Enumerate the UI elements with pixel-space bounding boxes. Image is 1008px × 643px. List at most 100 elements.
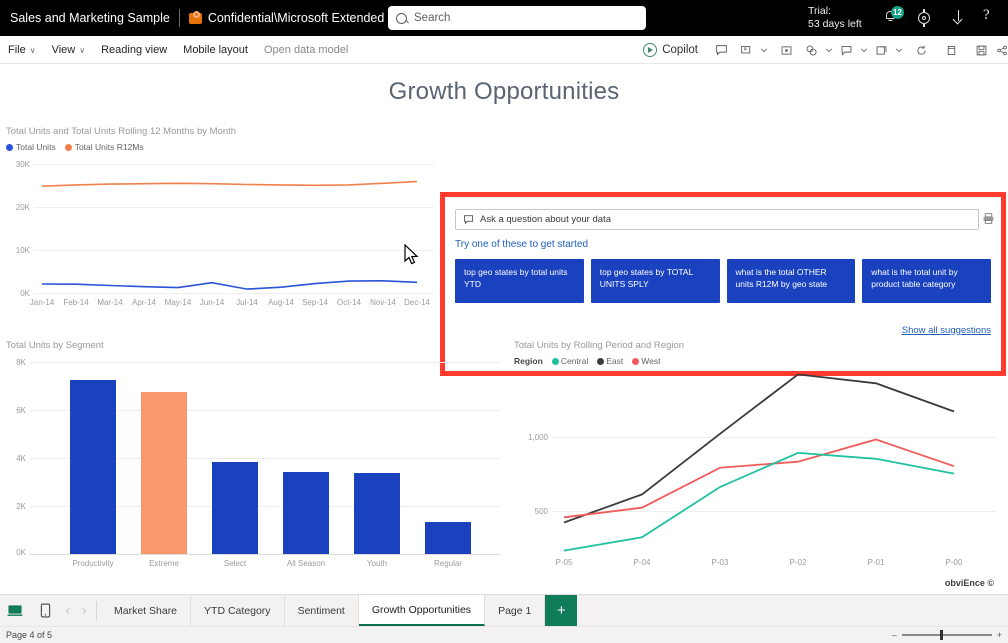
zoom-out-icon[interactable]: – [892,630,897,640]
save-icon [975,44,988,57]
trial-label: Trial: [808,5,862,18]
visual-total-units-by-rolling-period-and-region[interactable]: Total Units by Rolling Period and Region… [514,340,1004,590]
zoom-control[interactable]: – + [892,630,1002,640]
copilot-button[interactable]: Copilot [635,43,706,57]
share-icon [996,44,1008,57]
chevron-down-icon[interactable] [757,36,771,64]
save-button[interactable] [966,36,996,64]
page-tab-growth-opportunities[interactable]: Growth Opportunities [359,595,485,626]
desktop-view-button[interactable] [0,595,30,626]
legend-swatch [65,144,72,151]
next-page-button[interactable] [76,595,92,626]
sensitivity-label[interactable]: Confidential\Microsoft Extended [208,11,384,25]
legend-item: Total Units [6,142,56,152]
legend-swatch [597,358,604,365]
x-tick-label: Select [195,559,275,568]
bar-all-season[interactable] [283,472,329,554]
menu-item-view[interactable]: View∨ [44,36,94,64]
refresh-button[interactable] [906,36,936,64]
watermark: obviEnce © [945,578,994,588]
bar-productivity[interactable] [70,380,116,554]
bar-extreme[interactable] [141,392,187,554]
qna-suggestion-button[interactable]: what is the total OTHER units R12M by ge… [727,259,856,303]
page-tab-page-1[interactable]: Page 1 [485,595,545,626]
subscribe-button[interactable] [836,36,857,64]
visual-total-units-rolling[interactable]: Total Units and Total Units Rolling 12 M… [6,126,436,311]
notifications-button[interactable]: 12 [884,8,904,28]
chevron-down-icon[interactable] [857,36,871,64]
notification-count-badge: 12 [891,6,904,19]
chevron-down-icon: ∨ [30,46,36,55]
show-all-suggestions-link[interactable]: Show all suggestions [902,325,991,336]
zoom-slider-track[interactable] [902,634,992,636]
y-tick-label: 4K [2,454,26,463]
chart-legend: Total Units Total Units R12Ms [6,142,436,152]
phone-view-button[interactable] [30,595,60,626]
chart-plot-area: 1,000 500 [514,374,1004,552]
x-tick-label: Regular [408,559,488,568]
legend-label: Total Units R12Ms [75,142,144,152]
qna-suggestion-button[interactable]: what is the total unit by product table … [862,259,991,303]
search-placeholder: Search [414,12,450,24]
chart-legend: Region Central East West [514,356,1004,366]
chevron-down-icon[interactable] [892,36,906,64]
page-tab-market-share[interactable]: Market Share [101,595,191,626]
duplicate-page-icon [945,44,958,57]
subscribe-icon [840,44,853,57]
qna-subtitle: Try one of these to get started [455,239,991,250]
help-button[interactable]: ? [983,7,990,24]
visual-title: Total Units by Segment [6,340,506,351]
menu-item-reading-view[interactable]: Reading view [93,36,175,64]
chevron-down-icon[interactable] [822,36,836,64]
menu-item-file[interactable]: File ∨ [0,36,44,64]
export-button[interactable] [871,36,892,64]
bookmarks-button[interactable] [736,36,757,64]
add-page-icon: + [557,602,566,619]
add-page-button[interactable]: + [545,595,577,626]
zoom-slider-thumb[interactable] [940,630,943,640]
qna-placeholder: Ask a question about your data [480,214,611,225]
report-toolbar: File ∨ View∨ Reading view Mobile layout O… [0,36,1008,64]
visual-total-units-by-segment[interactable]: Total Units by Segment 8K 6K 4K 2K 0K Pr… [6,340,506,590]
filters-button[interactable] [801,36,822,64]
x-tick-label: P-01 [852,558,900,567]
status-bar: Page 4 of 5 – + [0,626,1008,643]
share-button[interactable] [996,36,1008,64]
export-icon [875,44,888,57]
search-input[interactable]: Search [388,6,646,30]
bar-regular[interactable] [425,522,471,554]
legend-swatch [6,144,13,151]
qna-question-input[interactable]: Ask a question about your data [455,209,979,230]
zoom-in-icon[interactable]: + [997,630,1002,640]
chart-lines [514,374,1004,552]
qna-suggestion-button[interactable]: top geo states by total units YTD [455,259,584,303]
question-mark-icon: ? [983,7,990,23]
legend-label: West [641,356,660,366]
page-tab-ytd-category[interactable]: YTD Category [191,595,285,626]
bar-select[interactable] [212,462,258,554]
report-canvas: Growth Opportunities Total Units and Tot… [0,64,1008,594]
settings-button[interactable] [916,10,932,26]
series-line-west [564,440,954,518]
qna-suggestion-button[interactable]: top geo states by TOTAL UNITS SPLY [591,259,720,303]
x-tick-label: P-05 [540,558,588,567]
y-tick-label: 6K [2,406,26,415]
menu-label: View [52,44,76,56]
menu-label: File [8,44,26,56]
top-header-bar: Sales and Marketing Sample Confidential\… [0,0,1008,36]
selection-button[interactable] [771,36,801,64]
chart-plot-area: 30K 20K 10K 0K [6,164,436,294]
visual-title: Total Units and Total Units Rolling 12 M… [6,126,436,137]
series-line-total-units [42,281,417,289]
bar-youth[interactable] [354,473,400,554]
y-tick-label: 8K [2,358,26,367]
y-tick-label: 2K [2,502,26,511]
prev-page-button[interactable] [60,595,76,626]
download-button[interactable] [950,9,968,27]
duplicate-page-button[interactable] [936,36,966,64]
comment-button[interactable] [706,36,736,64]
print-icon[interactable] [982,212,995,225]
menu-item-mobile-layout[interactable]: Mobile layout [175,36,256,64]
menu-item-open-data-model[interactable]: Open data model [256,36,356,64]
page-tab-sentiment[interactable]: Sentiment [285,595,359,626]
